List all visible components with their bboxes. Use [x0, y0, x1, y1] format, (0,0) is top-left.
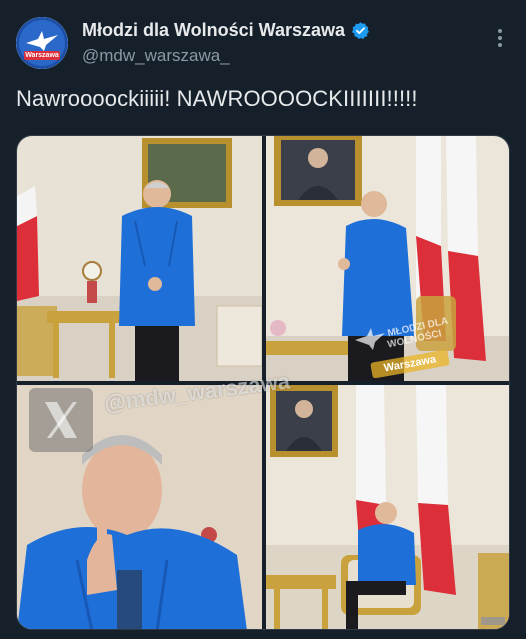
verified-badge-icon: [351, 22, 370, 39]
account-name-row: Młodzi dla Wolności Warszawa: [82, 20, 370, 41]
tweet-text: Nawroooockiiiii! NAWROOOOCKIIIIIII!!!!!: [16, 86, 418, 111]
eagle-watermark-icon: [355, 328, 385, 350]
eagle-logo-icon: [16, 17, 68, 69]
photo-tile-4[interactable]: [266, 385, 509, 629]
more-vertical-icon: [490, 29, 510, 47]
more-options-button[interactable]: [490, 26, 510, 50]
display-name[interactable]: Młodzi dla Wolności Warszawa: [82, 20, 345, 41]
watermark-logo: MŁODZI DLA WOLNOŚCI Warszawa: [351, 316, 461, 379]
x-logo-icon: [45, 402, 77, 438]
account-handle[interactable]: @mdw_warszawa_: [82, 46, 230, 66]
x-logo-watermark: [29, 388, 93, 452]
avatar-label: Warszawa: [25, 52, 59, 59]
media-grid: @mdw_warszawa MŁODZI DLA WOLNOŚCI Warsza…: [16, 135, 510, 630]
account-avatar[interactable]: Warszawa: [16, 17, 68, 69]
photo-man-seated-armchair: [266, 385, 509, 629]
photo-man-blue-jacket-standing: [17, 136, 262, 381]
photo-tile-1[interactable]: [17, 136, 262, 381]
